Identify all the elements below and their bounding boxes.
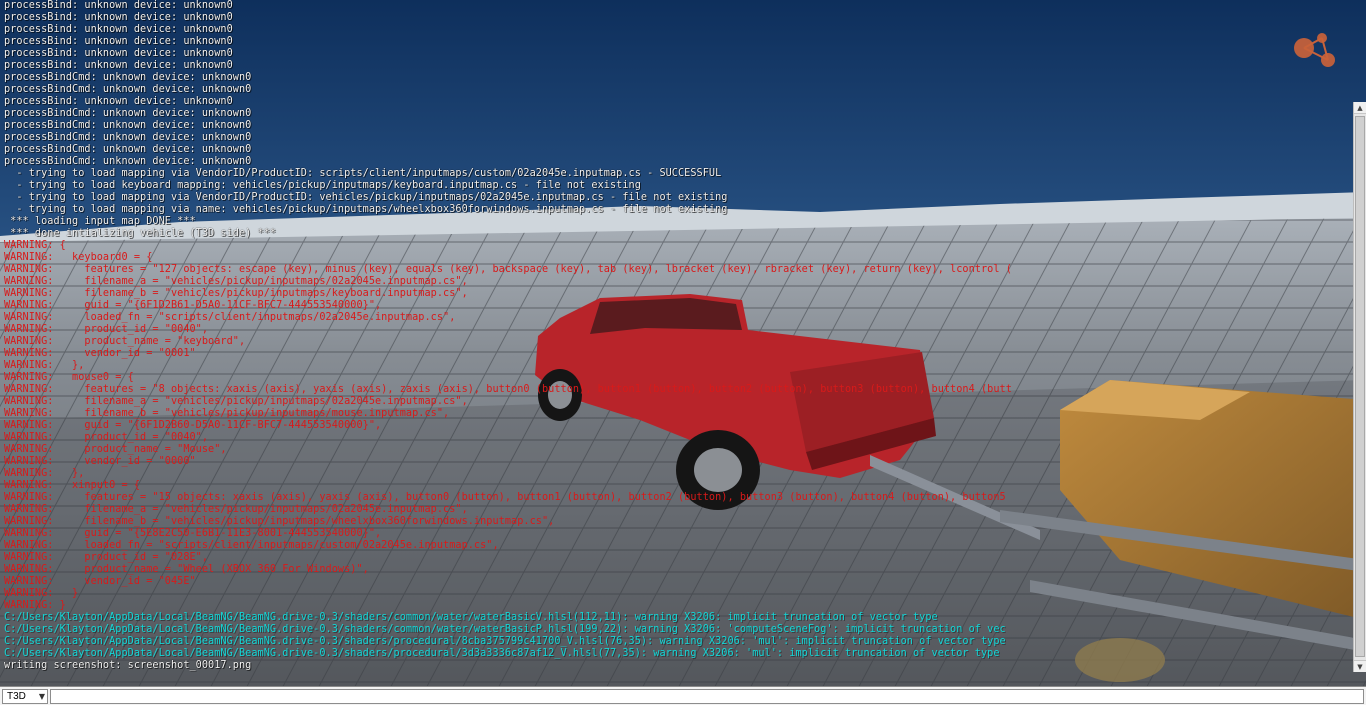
console-log-line: WARNING: guid = "{6F1D2B60-D5A0-11CF-BFC… bbox=[4, 420, 382, 431]
console-log-line: C:/Users/Klayton/AppData/Local/BeamNG/Be… bbox=[4, 624, 1006, 635]
console-log-line: processBindCmd: unknown device: unknown0 bbox=[4, 156, 252, 167]
console-command-bar: T3D ▼ bbox=[0, 686, 1366, 705]
console-log-line: WARNING: { bbox=[4, 240, 66, 251]
console-log-line: WARNING: loaded_fn = "scripts/client/inp… bbox=[4, 312, 456, 323]
console-log-line: WARNING: filename_a = "vehicles/pickup/i… bbox=[4, 396, 468, 407]
console-log-line: processBind: unknown device: unknown0 bbox=[4, 0, 233, 11]
console-log-line: WARNING: filename_b = "vehicles/pickup/i… bbox=[4, 516, 555, 527]
console-log-line: WARNING: filename_b = "vehicles/pickup/i… bbox=[4, 408, 450, 419]
scroll-up-arrow-icon[interactable]: ▲ bbox=[1354, 102, 1366, 114]
console-log-line: C:/Users/Klayton/AppData/Local/BeamNG/Be… bbox=[4, 612, 938, 623]
console-log-line: processBindCmd: unknown device: unknown0 bbox=[4, 72, 252, 83]
console-log-line: processBind: unknown device: unknown0 bbox=[4, 60, 233, 71]
console-log-line: WARNING: product_name = "Mouse", bbox=[4, 444, 227, 455]
console-log-line: WARNING: vendor_id = "0000" bbox=[4, 456, 196, 467]
console-log-line: writing screenshot: screenshot_00017.png bbox=[4, 660, 252, 671]
console-log-line: WARNING: product_name = "Wheel (XBOX 360… bbox=[4, 564, 369, 575]
console-log-line: WARNING: loaded_fn = "scripts/client/inp… bbox=[4, 540, 499, 551]
console-mode-label: T3D bbox=[7, 691, 26, 702]
console-log-line: - trying to load mapping via name: vehic… bbox=[4, 204, 728, 215]
console-log-line: WARNING: filename_a = "vehicles/pickup/i… bbox=[4, 276, 468, 287]
console-log-line: WARNING: vendor_id = "0001" bbox=[4, 348, 196, 359]
console-log-line: WARNING: mouse0 = { bbox=[4, 372, 134, 383]
console-log-line: C:/Users/Klayton/AppData/Local/BeamNG/Be… bbox=[4, 636, 1006, 647]
console-log-line: WARNING: features = "127 objects: escape… bbox=[4, 264, 1012, 275]
console-log-line: processBind: unknown device: unknown0 bbox=[4, 96, 233, 107]
console-mode-dropdown[interactable]: T3D ▼ bbox=[2, 689, 48, 704]
console-log-line: processBind: unknown device: unknown0 bbox=[4, 48, 233, 59]
console-log-line: - trying to load mapping via VendorID/Pr… bbox=[4, 192, 728, 203]
console-log: processBind: unknown device: unknown0 pro… bbox=[0, 0, 1352, 684]
console-log-line: WARNING: }, bbox=[4, 360, 85, 371]
console-log-line: - trying to load keyboard mapping: vehic… bbox=[4, 180, 641, 191]
console-command-input[interactable] bbox=[50, 689, 1364, 704]
console-log-line: WARNING: guid = "{6F1D2B61-D5A0-11CF-BFC… bbox=[4, 300, 382, 311]
console-log-line: WARNING: }, bbox=[4, 468, 85, 479]
console-log-line: C:/Users/Klayton/AppData/Local/BeamNG/Be… bbox=[4, 648, 1000, 659]
console-log-line: WARNING: guid = "{5E8E2C50-E6B1-11E3-800… bbox=[4, 528, 382, 539]
console-log-line: processBind: unknown device: unknown0 bbox=[4, 12, 233, 23]
console-scrollbar[interactable]: ▲ ▼ bbox=[1353, 102, 1366, 672]
console-log-line: processBind: unknown device: unknown0 bbox=[4, 36, 233, 47]
console-log-line: WARNING: product_name = "keyboard", bbox=[4, 336, 246, 347]
console-log-line: WARNING: } bbox=[4, 588, 79, 599]
console-log-line: WARNING: filename_a = "vehicles/pickup/i… bbox=[4, 504, 468, 515]
console-log-line: processBind: unknown device: unknown0 bbox=[4, 24, 233, 35]
console-log-line: processBindCmd: unknown device: unknown0 bbox=[4, 132, 252, 143]
console-log-line: WARNING: product_id = "0040", bbox=[4, 432, 209, 443]
console-log-line: WARNING: } bbox=[4, 600, 66, 611]
console-log-line: *** loading input map DONE *** bbox=[4, 216, 196, 227]
console-log-line: WARNING: vendor_id = "045E" bbox=[4, 576, 196, 587]
console-log-line: WARNING: product_id = "028E", bbox=[4, 552, 209, 563]
console-log-line: - trying to load mapping via VendorID/Pr… bbox=[4, 168, 722, 179]
console-log-line: *** done intializing vehicle (T3D side) … bbox=[4, 228, 277, 239]
console-log-line: WARNING: features = "15 objects: xaxis (… bbox=[4, 492, 1006, 503]
console-log-line: processBindCmd: unknown device: unknown0 bbox=[4, 108, 252, 119]
console-log-line: WARNING: filename_b = "vehicles/pickup/i… bbox=[4, 288, 468, 299]
console-log-line: processBindCmd: unknown device: unknown0 bbox=[4, 120, 252, 131]
scrollbar-thumb[interactable] bbox=[1355, 116, 1365, 657]
console-log-line: processBindCmd: unknown device: unknown0 bbox=[4, 144, 252, 155]
scroll-down-arrow-icon[interactable]: ▼ bbox=[1354, 660, 1366, 672]
beamng-logo-icon bbox=[1292, 30, 1340, 72]
console-log-line: WARNING: keyboard0 = { bbox=[4, 252, 153, 263]
console-log-line: WARNING: features = "8 objects: xaxis (a… bbox=[4, 384, 1012, 395]
console-log-line: WARNING: xinput0 = { bbox=[4, 480, 141, 491]
chevron-down-icon[interactable]: ▼ bbox=[39, 690, 45, 703]
console-log-line: processBindCmd: unknown device: unknown0 bbox=[4, 84, 252, 95]
console-log-line: WARNING: product_id = "0040", bbox=[4, 324, 209, 335]
